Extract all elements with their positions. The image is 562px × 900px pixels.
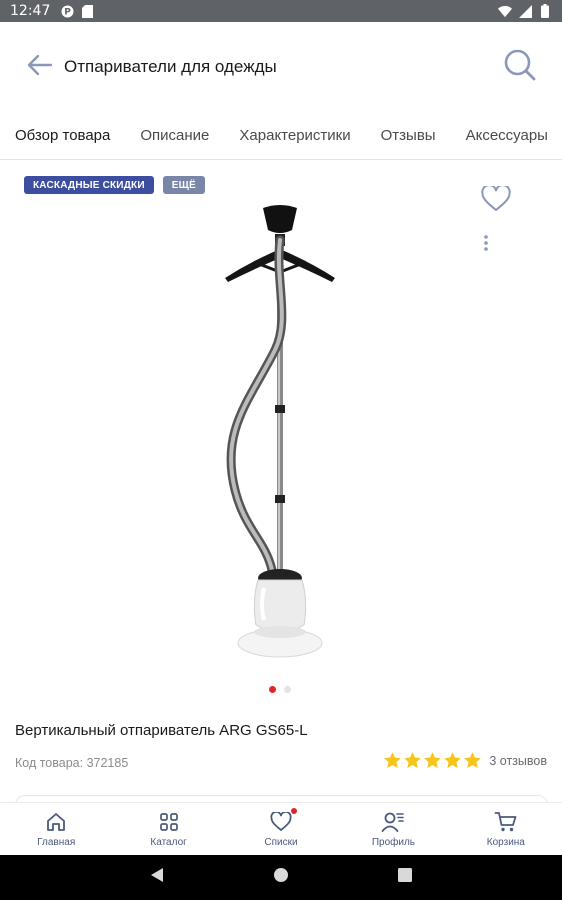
nav-label-cart: Корзина xyxy=(486,837,525,848)
home-icon xyxy=(44,810,68,834)
arrow-left-icon xyxy=(27,54,53,81)
tab-specifications[interactable]: Характеристики xyxy=(224,112,365,159)
nav-label-catalog: Каталог xyxy=(150,837,187,848)
gallery-dot-2[interactable] xyxy=(284,686,291,693)
heart-outline-icon xyxy=(481,183,511,217)
tab-reviews[interactable]: Отзывы xyxy=(366,112,451,159)
p-logo-icon: P xyxy=(60,4,74,18)
system-back-button[interactable] xyxy=(145,866,169,890)
status-time: 12:47 xyxy=(10,3,51,19)
system-navigation-bar xyxy=(0,855,562,900)
signal-icon xyxy=(518,4,532,18)
lists-notification-dot xyxy=(291,808,298,814)
more-options-button[interactable] xyxy=(476,233,496,257)
nav-label-lists: Списки xyxy=(264,837,298,848)
status-bar: 12:47 P xyxy=(0,0,562,22)
profile-icon xyxy=(381,810,405,834)
bottom-navigation: Главная Каталог Списки Профиль Корзина xyxy=(0,802,562,855)
favorite-button[interactable] xyxy=(480,183,512,217)
wifi-icon xyxy=(498,4,512,18)
heart-icon xyxy=(269,808,298,834)
star-icon xyxy=(384,752,402,768)
more-badges-button[interactable]: ЕЩЁ xyxy=(162,176,205,194)
product-tabs: Обзор товара Описание Характеристики Отз… xyxy=(0,112,562,160)
product-title: Вертикальный отпариватель ARG GS65-L xyxy=(15,722,308,739)
gallery-dot-1[interactable] xyxy=(269,686,276,693)
star-icon xyxy=(464,752,482,768)
cart-icon xyxy=(494,810,518,834)
star-icon xyxy=(404,752,422,768)
square-recents-icon xyxy=(398,868,412,887)
system-recents-button[interactable] xyxy=(393,866,417,890)
tab-description[interactable]: Описание xyxy=(125,112,224,159)
product-code: Код товара: 372185 xyxy=(15,756,129,770)
nav-item-lists[interactable]: Списки xyxy=(225,803,337,855)
cascade-discount-badge[interactable]: КАСКАДНЫЕ СКИДКИ xyxy=(24,176,154,194)
gallery-pagination xyxy=(269,686,291,693)
page-title: Отпариватели для одежды xyxy=(64,57,277,76)
star-icon xyxy=(444,752,462,768)
app-bar: Отпариватели для одежды xyxy=(0,22,562,112)
search-icon xyxy=(503,48,537,87)
product-rating: 3 отзывов xyxy=(383,751,547,770)
nav-item-catalog[interactable]: Каталог xyxy=(112,803,224,855)
circle-home-icon xyxy=(273,867,289,888)
svg-text:P: P xyxy=(64,7,71,17)
nav-label-profile: Профиль xyxy=(371,837,415,848)
triangle-back-icon xyxy=(150,867,164,888)
back-button[interactable] xyxy=(20,47,60,87)
grid-icon xyxy=(157,810,181,834)
reviews-link[interactable]: 3 отзывов xyxy=(489,754,547,768)
nav-item-profile[interactable]: Профиль xyxy=(337,803,449,855)
nav-item-home[interactable]: Главная xyxy=(0,803,112,855)
nav-item-cart[interactable]: Корзина xyxy=(450,803,562,855)
battery-icon xyxy=(538,4,552,18)
nav-label-home: Главная xyxy=(37,837,76,848)
tab-overview[interactable]: Обзор товара xyxy=(0,112,126,159)
tab-accessories[interactable]: Аксессуары xyxy=(451,112,562,159)
rating-stars xyxy=(383,751,482,770)
star-icon xyxy=(424,752,442,768)
system-home-button[interactable] xyxy=(269,866,293,890)
promo-badges: КАСКАДНЫЕ СКИДКИ ЕЩЁ xyxy=(24,176,205,194)
more-vertical-icon xyxy=(483,234,489,257)
search-button[interactable] xyxy=(498,45,542,89)
sd-card-icon xyxy=(80,4,94,18)
product-image[interactable] xyxy=(180,200,380,670)
